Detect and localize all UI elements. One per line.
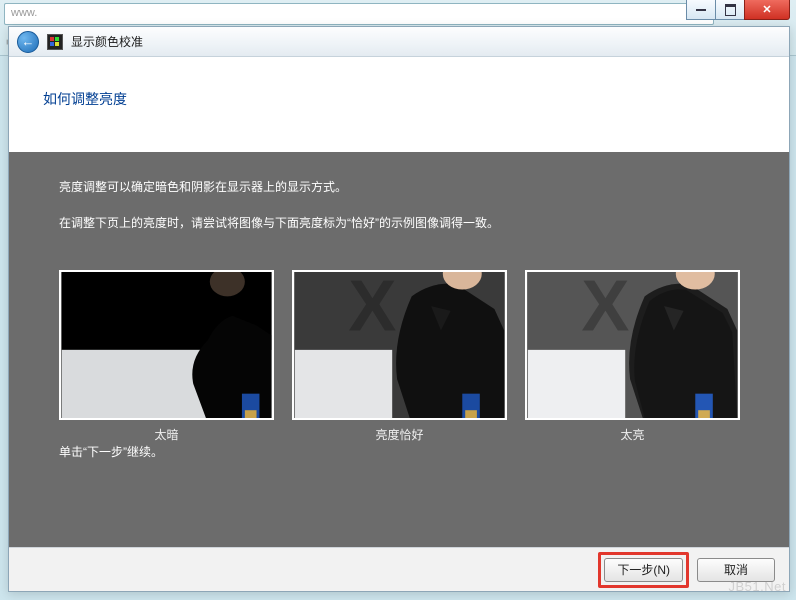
brightness-examples: 太暗 X 亮度恰好 [59, 270, 739, 443]
example-too-bright-label: 太亮 [620, 426, 644, 443]
next-button-highlight: 下一步(N) [598, 552, 689, 588]
cancel-button[interactable]: 取消 [697, 558, 775, 582]
continue-instruction: 单击“下一步”继续。 [59, 443, 739, 461]
description-line-2: 在调整下页上的亮度时，请尝试将图像与下面亮度标为“恰好”的示例图像调得一致。 [59, 214, 739, 232]
example-too-dark-image [59, 270, 274, 420]
example-too-dark: 太暗 [59, 270, 274, 443]
example-just-right: X 亮度恰好 [292, 270, 507, 443]
watermark: JB51.Net [729, 579, 786, 594]
calibration-icon [47, 34, 63, 50]
wizard-titlebar: 显示颜色校准 [9, 27, 789, 57]
color-calibration-wizard: 显示颜色校准 如何调整亮度 亮度调整可以确定暗色和阴影在显示器上的显示方式。 在… [8, 26, 790, 592]
svg-text:X: X [581, 270, 629, 346]
window-controls [687, 0, 790, 20]
page-heading: 如何调整亮度 [9, 57, 789, 109]
wizard-footer: 下一步(N) 取消 [9, 547, 789, 591]
content-panel: 亮度调整可以确定暗色和阴影在显示器上的显示方式。 在调整下页上的亮度时，请尝试将… [9, 152, 789, 547]
example-just-right-label: 亮度恰好 [375, 426, 423, 443]
description-line-1: 亮度调整可以确定暗色和阴影在显示器上的显示方式。 [59, 178, 739, 196]
wizard-body: 如何调整亮度 亮度调整可以确定暗色和阴影在显示器上的显示方式。 在调整下页上的亮… [9, 57, 789, 547]
example-too-bright-image: X [525, 270, 740, 420]
close-button[interactable] [744, 0, 790, 20]
example-too-dark-label: 太暗 [154, 426, 178, 443]
next-button[interactable]: 下一步(N) [604, 558, 683, 582]
minimize-button[interactable] [686, 0, 716, 20]
maximize-button[interactable] [715, 0, 745, 20]
back-button[interactable] [17, 31, 39, 53]
wizard-title: 显示颜色校准 [71, 33, 143, 50]
example-too-bright: X 太亮 [525, 270, 740, 443]
bg-address-bar: www. [4, 3, 714, 25]
example-just-right-image: X [292, 270, 507, 420]
svg-text:X: X [348, 270, 396, 346]
